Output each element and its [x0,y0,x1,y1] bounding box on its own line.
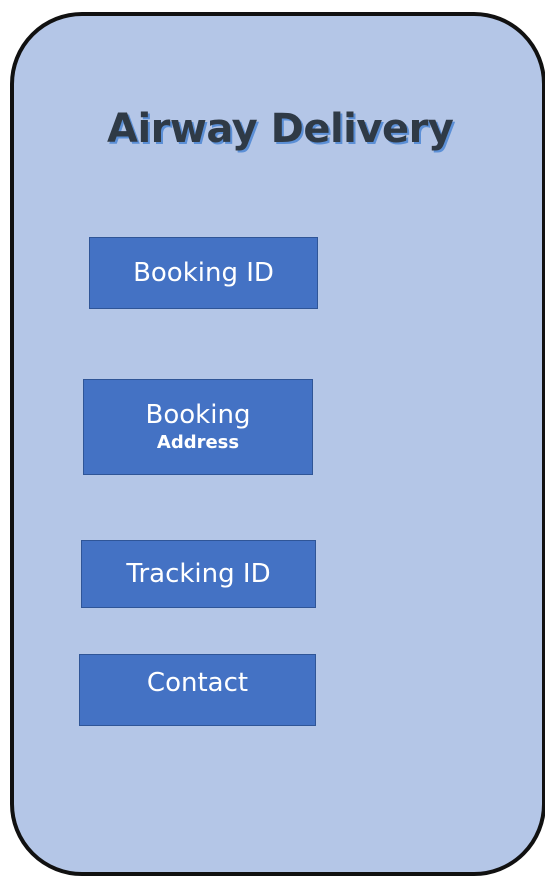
app-title: Airway Delivery [107,106,454,152]
booking-address-sublabel: Address [156,432,240,453]
tracking-id-button[interactable]: Tracking ID [81,540,316,608]
contact-label: Contact [146,668,249,698]
booking-address-button[interactable]: Booking Address [83,379,313,475]
contact-button[interactable]: Contact [79,654,316,726]
booking-address-label: Booking [145,400,251,430]
booking-id-label: Booking ID [133,258,274,288]
tracking-id-label: Tracking ID [126,559,271,589]
booking-id-button[interactable]: Booking ID [89,237,318,309]
